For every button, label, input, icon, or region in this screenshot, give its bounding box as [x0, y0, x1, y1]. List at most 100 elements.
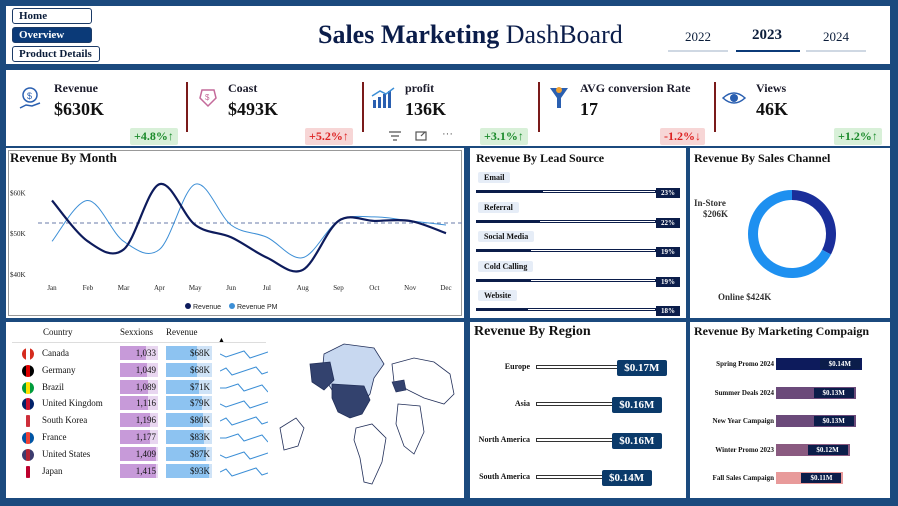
kpi-views-value: 46K [756, 99, 789, 119]
x-tick-label: Aug [297, 284, 310, 292]
flag-icon [22, 415, 34, 428]
lead-source-bar[interactable] [477, 309, 529, 310]
svg-text:$: $ [205, 93, 210, 102]
revenue-cell: $93K [166, 463, 212, 478]
overview-button[interactable]: Overview [12, 27, 92, 43]
table-row[interactable]: United States 1,409 $87K [12, 446, 272, 463]
region-bar[interactable] [536, 438, 618, 442]
lead-source-pct: 19% [656, 247, 680, 257]
revenue-cell: $80K [166, 413, 212, 428]
focus-mode-icon[interactable] [414, 130, 428, 142]
lead-source-bar[interactable] [477, 220, 540, 222]
region-bar[interactable] [536, 365, 623, 369]
revenue-by-month-chart: $40K $50K $60K Jan Feb Mar Apr May Jun Jul Aug Sep O… [10, 183, 462, 311]
table-row[interactable]: Japan 1,415 $93K [12, 463, 272, 480]
legend-label: Revenue [193, 304, 221, 311]
campaign-value: $0.13M [813, 416, 854, 426]
title-rest: DashBoard [505, 20, 623, 49]
revenue-cell: $68K [166, 346, 212, 360]
region-label: North America [478, 435, 530, 444]
flag-icon [22, 364, 34, 377]
table-row[interactable]: France 1,177 $83K [12, 430, 272, 446]
revenue-sparkline [220, 383, 268, 392]
lead-source-bar-track [476, 249, 656, 252]
year-2024-tab[interactable]: 2024 [805, 29, 867, 45]
kpi-conversion-value: 17 [580, 99, 598, 119]
revenue-cell: $79K [166, 396, 212, 411]
flag-icon [22, 465, 34, 478]
revenue-icon: $ [19, 87, 41, 109]
revenue-value: $68K [190, 348, 210, 358]
x-tick-label: Mar [118, 284, 130, 292]
lead-source-bar[interactable] [477, 191, 543, 192]
table-row[interactable]: Germany 1,049 $68K [12, 362, 272, 379]
funnel-icon [550, 87, 568, 108]
x-tick-label: Feb [83, 284, 94, 292]
lead-source-label: Social Media [478, 231, 535, 242]
year-underline [806, 50, 866, 52]
revenue-sparkline [220, 433, 268, 443]
table-row[interactable]: Brazil 1,089 $71K [12, 379, 272, 396]
lead-source-bar[interactable] [477, 250, 532, 251]
col-header-revenue[interactable]: Revenue [166, 327, 198, 337]
product-details-button[interactable]: Product Details [12, 46, 100, 62]
col-header-sessions[interactable]: Sexxions [120, 327, 153, 337]
country-name: South Korea [42, 415, 88, 426]
kpi-profit-change: +3.1%↑ [480, 128, 528, 145]
world-map [279, 343, 455, 485]
series-revenue-line [51, 183, 447, 273]
revenue-sparkline [220, 416, 268, 426]
donut-slice-in-store[interactable] [792, 190, 836, 255]
y-tick-label: $60K [10, 189, 26, 197]
region-bar[interactable] [536, 401, 618, 406]
lead-source-pct: 18% [656, 306, 680, 316]
kpi-conversion-change: -1.2%↓ [660, 128, 705, 145]
sessions-value: 1,196 [135, 415, 156, 426]
online-label: Online $424K [718, 292, 772, 302]
region-bar[interactable] [536, 474, 608, 479]
lead-source-label: Email [478, 172, 511, 183]
region-label: South America [479, 471, 530, 481]
year-2022-tab[interactable]: 2022 [667, 29, 729, 45]
revenue-cell: $71K [166, 379, 212, 394]
region-title: Revenue By Region [474, 324, 591, 339]
table-row[interactable]: South Korea 1,196 $80K [12, 413, 272, 429]
sessions-value: 1,415 [135, 465, 156, 476]
filter-icon[interactable] [388, 130, 402, 142]
sessions-cell: 1,415 [120, 463, 158, 478]
table-header-divider [12, 342, 266, 343]
region-label: Europe [504, 362, 530, 371]
year-selected-underline [736, 50, 800, 52]
sessions-value: 1,116 [136, 398, 156, 409]
kpi-separator [538, 82, 540, 132]
sessions-cell: 1,409 [120, 446, 158, 461]
region-value: $0.16M [611, 433, 662, 449]
campaign-value: $0.11M [801, 473, 842, 483]
table-row[interactable]: Canada 1,033 $68K [12, 346, 272, 362]
kpi-cost-label: Coast [228, 81, 258, 95]
country-name: Japan [42, 465, 63, 476]
revenue-sparkline [220, 350, 268, 359]
y-tick-label: $50K [10, 230, 26, 238]
kpi-views-label: Views [756, 81, 787, 95]
revenue-sparkline [220, 366, 268, 376]
table-row[interactable]: United Kingdom 1,116 $79K [12, 396, 272, 412]
more-options-icon[interactable]: ··· [442, 128, 453, 140]
x-tick-label: Jul [263, 284, 271, 292]
region-value: $0.16M [611, 396, 662, 413]
year-2023-tab[interactable]: 2023 [736, 27, 798, 44]
x-tick-label: Apr [154, 284, 166, 292]
lead-source-pct: 22% [656, 217, 680, 228]
y-tick-label: $40K [10, 271, 26, 279]
sessions-cell: 1,116 [120, 396, 158, 411]
region-value: $0.14M [601, 469, 652, 486]
col-header-country[interactable]: Country [43, 327, 73, 337]
home-button[interactable]: Home [12, 8, 92, 24]
kpi-revenue-value: $630K [54, 99, 105, 119]
year-underline [668, 50, 728, 52]
flag-icon [22, 432, 34, 444]
region-value: $0.17M [616, 360, 667, 376]
sessions-value: 1,409 [135, 448, 156, 459]
campaign-value: $0.14M [819, 359, 860, 369]
lead-source-bar[interactable] [477, 279, 532, 281]
